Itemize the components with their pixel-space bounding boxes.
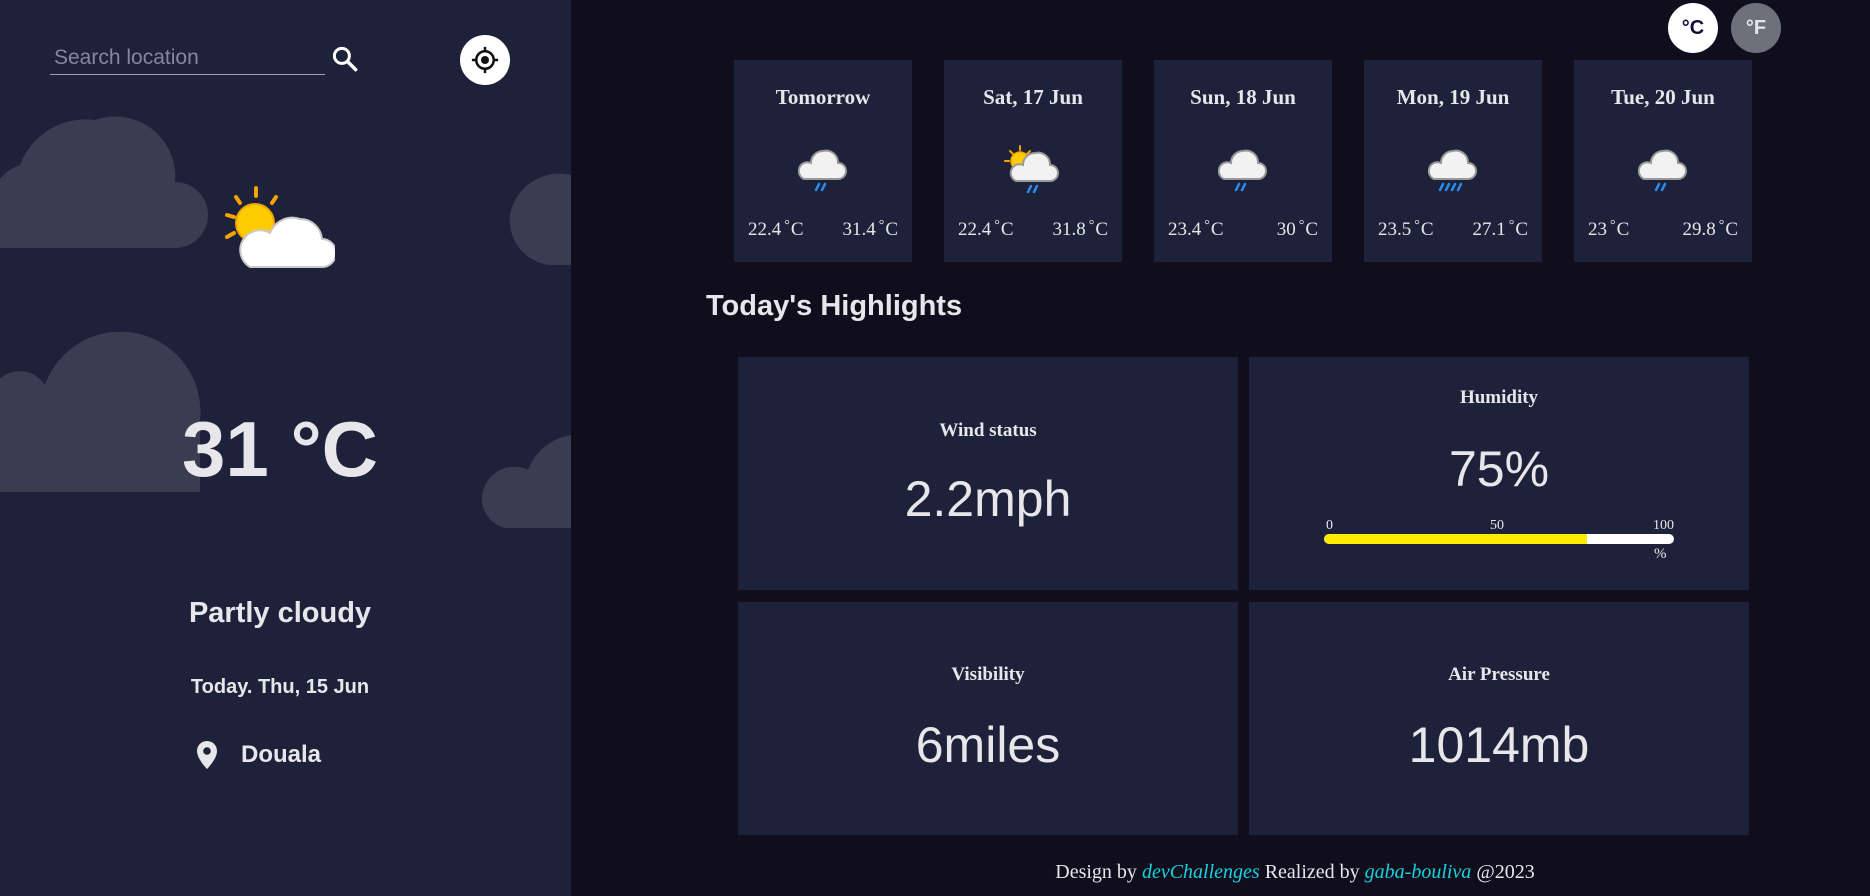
humidity-progress-fill (1324, 534, 1587, 544)
forecast-day: Tomorrow (775, 85, 871, 109)
forecast-card: Mon, 19 Jun 23.5 °C 27.1 °C (1364, 60, 1542, 262)
forecast-day: Sat, 17 Jun (983, 85, 1083, 109)
current-temperature: 31 °C (182, 405, 378, 493)
search-field (50, 42, 325, 75)
light-rain-icon (1218, 149, 1267, 192)
forecast-max: 31.8 °C (1052, 218, 1108, 240)
location-name: Douala (241, 741, 322, 768)
author-link[interactable]: gaba-bouliva (1365, 861, 1472, 883)
sun-cloud-rain-icon (1004, 145, 1059, 194)
humidity-label: Humidity (1459, 387, 1539, 408)
devchallenges-link[interactable]: devChallenges (1142, 861, 1260, 883)
forecast-card: Tue, 20 Jun 23 °C 29.8 °C (1574, 60, 1752, 262)
footer-prefix: Design by (1055, 861, 1137, 883)
light-rain-icon (798, 149, 847, 192)
weather-condition: Partly cloudy (188, 597, 372, 629)
wind-status-card: Wind status 2.2mph (738, 357, 1238, 590)
forecast-max: 30 °C (1276, 218, 1318, 240)
light-rain-icon (1638, 149, 1687, 192)
footer-middle: Realized by (1264, 861, 1360, 883)
forecast-min: 22.4 °C (748, 218, 804, 240)
visibility-value: 6miles (915, 717, 1061, 773)
humidity-scale: 0 50 100 (1324, 518, 1674, 534)
visibility-card: Visibility 6miles (738, 602, 1238, 835)
forecast-min: 22.4 °C (958, 218, 1014, 240)
forecast-min: 23.4 °C (1168, 218, 1224, 240)
current-date: Today. Thu, 15 Jun (190, 676, 370, 698)
forecast-day: Sun, 18 Jun (1190, 85, 1296, 109)
air-pressure-label: Air Pressure (1448, 664, 1550, 685)
search-button[interactable] (330, 44, 360, 74)
fahrenheit-button[interactable]: °F (1731, 3, 1781, 53)
heavy-rain-icon (1428, 149, 1477, 192)
search-icon (332, 46, 358, 72)
celsius-button[interactable]: °C (1668, 3, 1718, 53)
sidebar: 31 °C Partly cloudy Today. Thu, 15 Jun D… (0, 0, 571, 896)
forecast-card: Sat, 17 Jun 22.4 °C 31.8 °C (944, 60, 1122, 262)
crosshair-icon (471, 46, 499, 74)
scale-min: 0 (1326, 518, 1333, 533)
forecast-day: Mon, 19 Jun (1396, 85, 1510, 109)
search-input[interactable] (52, 44, 316, 72)
footer: Design by devChallenges Realized by gaba… (700, 861, 1870, 884)
humidity-unit: % (1654, 546, 1667, 562)
location: Douala (195, 738, 321, 772)
forecast-min: 23 °C (1588, 218, 1630, 240)
forecast-max: 31.4 °C (842, 218, 898, 240)
forecast-card: Sun, 18 Jun 23.4 °C 30 °C (1154, 60, 1332, 262)
visibility-label: Visibility (951, 664, 1025, 685)
forecast-card: Tomorrow 22.4 °C 31.4 °C (734, 60, 912, 262)
air-pressure-value: 1014mb (1408, 717, 1590, 773)
scale-max: 100 (1653, 518, 1674, 533)
humidity-card: Humidity 75% 0 50 100 % (1249, 357, 1749, 590)
forecast-min: 23.5 °C (1378, 218, 1434, 240)
highlights-title: Today's Highlights (706, 290, 963, 322)
current-location-button[interactable] (460, 35, 510, 85)
forecast-max: 27.1 °C (1472, 218, 1528, 240)
wind-status-value: 2.2mph (904, 471, 1072, 527)
scale-mid: 50 (1490, 518, 1504, 533)
humidity-value: 75% (1448, 441, 1550, 497)
partly-cloudy-icon (225, 186, 335, 268)
humidity-progress-bar (1324, 534, 1674, 544)
footer-suffix: @2023 (1476, 861, 1535, 883)
air-pressure-card: Air Pressure 1014mb (1249, 602, 1749, 835)
forecast-day: Tue, 20 Jun (1611, 85, 1715, 109)
forecast-max: 29.8 °C (1682, 218, 1738, 240)
wind-status-label: Wind status (939, 420, 1037, 441)
location-pin-icon (197, 741, 217, 769)
